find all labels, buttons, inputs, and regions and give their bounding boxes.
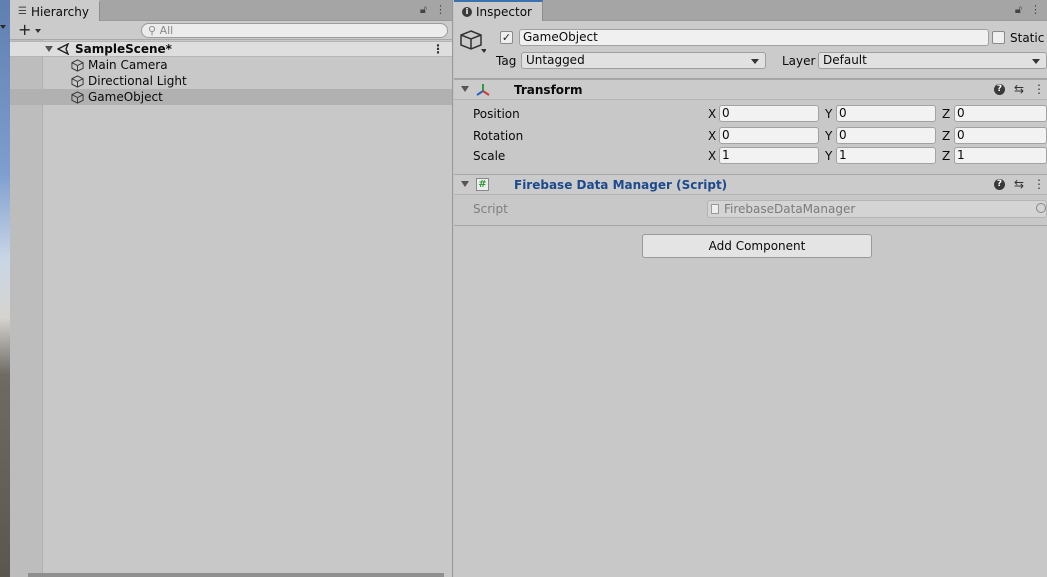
help-icon[interactable]: ? <box>993 83 1005 95</box>
add-component-button[interactable]: Add Component <box>642 234 872 258</box>
create-plus-icon[interactable]: + <box>18 21 31 39</box>
rotation-z-field[interactable]: 0 <box>954 127 1047 144</box>
gameobject-cube-icon <box>71 58 84 72</box>
axis-y-label: Y <box>825 129 833 143</box>
list-item-label: GameObject <box>88 90 163 104</box>
layer-value: Default <box>823 53 867 67</box>
gameobject-cube-icon <box>71 90 84 104</box>
inspector-tabbar: i Inspector 🔓︎ ⋮ <box>454 0 1047 21</box>
chevron-down-icon <box>751 59 759 64</box>
more-options-icon[interactable]: ⋮ <box>1030 3 1041 17</box>
script-reference-field[interactable]: FirebaseDataManager <box>707 200 1047 218</box>
hierarchy-toolbar: + ⚲ All <box>10 21 452 40</box>
more-options-icon[interactable]: ⋮ <box>435 3 446 17</box>
scene-more-icon[interactable]: ⋮ <box>432 42 444 56</box>
list-item[interactable]: Directional Light <box>10 73 452 89</box>
axis-y-label: Y <box>825 149 833 163</box>
position-y-field[interactable]: 0 <box>836 105 936 122</box>
position-label: Position <box>473 107 520 121</box>
help-icon[interactable]: ? <box>993 178 1005 190</box>
hierarchy-panel: ☰ Hierarchy 🔓︎ ⋮ + ⚲ All SampleScene* ⋮ … <box>10 0 453 577</box>
preset-sliders-icon[interactable]: ⇆ <box>1014 82 1024 96</box>
axis-z-label: Z <box>942 149 951 163</box>
layer-dropdown[interactable]: Default <box>818 52 1047 69</box>
tab-hierarchy-label: Hierarchy <box>30 4 89 19</box>
position-z-field[interactable]: 0 <box>954 105 1047 122</box>
scale-x-field[interactable]: 1 <box>719 147 819 164</box>
axis-z-label: Z <box>942 129 951 143</box>
rotation-x-field[interactable]: 0 <box>719 127 819 144</box>
object-name-field[interactable]: GameObject <box>519 29 989 46</box>
lock-icon[interactable]: 🔓︎ <box>420 3 427 17</box>
dropdown-caret-icon[interactable] <box>0 25 6 29</box>
axis-x-label: X <box>708 107 717 121</box>
static-checkbox[interactable] <box>992 31 1005 44</box>
preset-sliders-icon[interactable]: ⇆ <box>1014 177 1024 191</box>
gameobject-cube-icon[interactable] <box>460 29 486 55</box>
active-checkbox[interactable]: ✓ <box>500 31 513 44</box>
tab-inspector[interactable]: i Inspector <box>454 0 543 21</box>
fold-arrow-icon[interactable] <box>45 46 53 52</box>
hierarchy-list-icon: ☰ <box>18 6 27 17</box>
script-value: FirebaseDataManager <box>724 202 856 216</box>
tag-value: Untagged <box>526 53 585 67</box>
fold-arrow-icon[interactable] <box>461 86 469 92</box>
scale-label: Scale <box>473 149 506 163</box>
list-item-selected[interactable]: GameObject <box>10 89 452 105</box>
info-icon: i <box>462 6 472 17</box>
horizontal-scrollbar[interactable] <box>28 573 444 577</box>
list-item-label: Directional Light <box>88 74 187 88</box>
chevron-down-icon <box>1032 59 1040 64</box>
position-x-field[interactable]: 0 <box>719 105 819 122</box>
static-label: Static <box>1010 31 1045 45</box>
script-label: Script <box>473 202 508 216</box>
gameobject-cube-icon <box>71 74 84 88</box>
transform-header[interactable]: Transform ? ⇆ ⋮ <box>454 79 1047 100</box>
script-file-icon <box>711 204 719 214</box>
axis-x-label: X <box>708 129 717 143</box>
csharp-script-icon: # <box>476 178 489 191</box>
search-placeholder: All <box>159 24 174 37</box>
scene-row[interactable]: SampleScene* ⋮ <box>10 41 452 57</box>
scene-name: SampleScene* <box>75 42 172 56</box>
scale-y-field[interactable]: 1 <box>836 147 936 164</box>
axis-x-label: X <box>708 149 717 163</box>
layer-label: Layer <box>782 54 816 68</box>
script-component-header[interactable]: # Firebase Data Manager (Script) ? ⇆ ⋮ <box>454 174 1047 195</box>
list-item-label: Main Camera <box>88 58 168 72</box>
divider <box>454 225 1047 226</box>
transform-title: Transform <box>514 83 583 97</box>
script-component-title: Firebase Data Manager (Script) <box>514 178 728 192</box>
lock-icon[interactable]: 🔓︎ <box>1015 3 1022 17</box>
component-more-icon[interactable]: ⋮ <box>1033 82 1045 96</box>
axis-y-label: Y <box>825 107 833 121</box>
hierarchy-tree: SampleScene* ⋮ Main Camera Directional L… <box>10 40 452 577</box>
axis-z-label: Z <box>942 107 951 121</box>
tab-hierarchy[interactable]: ☰ Hierarchy <box>10 0 100 21</box>
list-item[interactable]: Main Camera <box>10 57 452 73</box>
tab-inspector-label: Inspector <box>476 4 532 19</box>
search-icon: ⚲ <box>148 24 160 37</box>
unity-scene-icon <box>57 43 70 55</box>
object-picker-icon[interactable] <box>1036 203 1046 213</box>
create-dropdown-caret-icon[interactable] <box>35 29 41 33</box>
search-input[interactable]: ⚲ All <box>141 23 448 38</box>
component-more-icon[interactable]: ⋮ <box>1033 177 1045 191</box>
scene-view-edge <box>0 0 10 577</box>
fold-arrow-icon[interactable] <box>461 181 469 187</box>
scale-z-field[interactable]: 1 <box>954 147 1047 164</box>
hierarchy-tabbar: ☰ Hierarchy 🔓︎ ⋮ <box>10 0 452 21</box>
transform-axis-icon <box>476 84 490 96</box>
tag-dropdown[interactable]: Untagged <box>521 52 766 69</box>
tag-label: Tag <box>496 54 517 68</box>
rotation-label: Rotation <box>473 129 524 143</box>
inspector-panel: i Inspector 🔓︎ ⋮ ✓ GameObject Static Tag… <box>454 0 1047 577</box>
rotation-y-field[interactable]: 0 <box>836 127 936 144</box>
object-header: ✓ GameObject Static Tag Untagged Layer D… <box>454 21 1047 79</box>
hierarchy-gutter <box>10 40 43 577</box>
